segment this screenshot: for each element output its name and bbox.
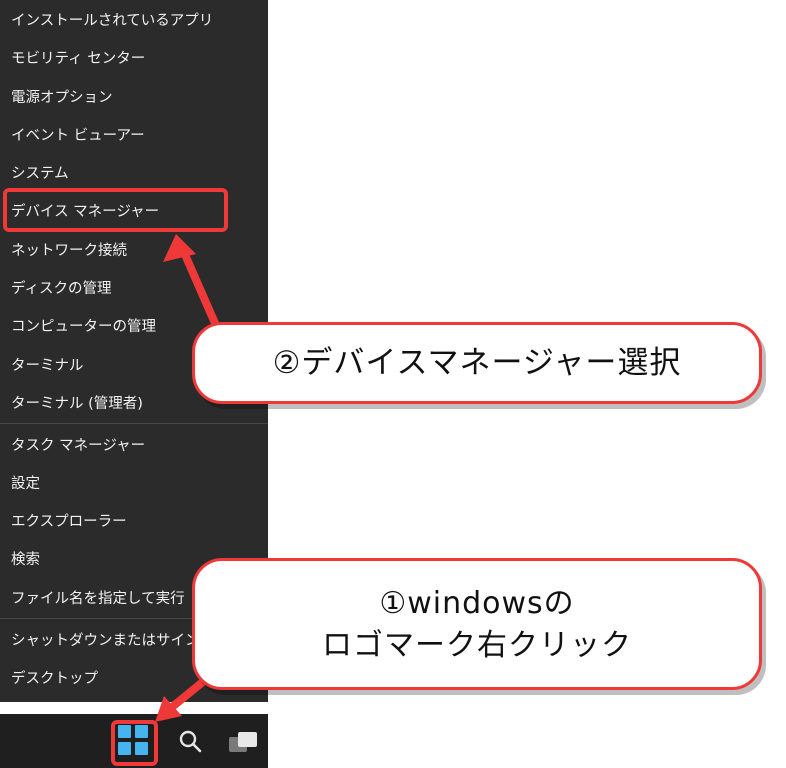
menu-item-explorer[interactable]: エクスプローラー xyxy=(0,501,268,539)
callout-step-1-line2: ロゴマーク右クリック xyxy=(322,628,632,663)
search-icon[interactable] xyxy=(178,729,202,753)
menu-item-disk-management[interactable]: ディスクの管理 xyxy=(0,268,268,306)
menu-item-system[interactable]: システム xyxy=(0,153,268,191)
device-manager-highlight xyxy=(3,188,228,232)
menu-divider xyxy=(0,423,268,424)
menu-item-task-manager[interactable]: タスク マネージャー xyxy=(0,425,268,463)
menu-item-event-viewer[interactable]: イベント ビューアー xyxy=(0,115,268,153)
task-view-icon[interactable] xyxy=(228,730,258,754)
menu-item-installed-apps[interactable]: インストールされているアプリ xyxy=(0,0,268,38)
menu-item-network-connections[interactable]: ネットワーク接続 xyxy=(0,230,268,268)
menu-gap xyxy=(0,702,268,714)
callout-step-1-line1: ①windowsの xyxy=(379,586,575,621)
menu-item-mobility-center[interactable]: モビリティ センター xyxy=(0,38,268,76)
callout-step-2-text: ②デバイスマネージャー選択 xyxy=(272,345,682,381)
menu-item-settings[interactable]: 設定 xyxy=(0,463,268,501)
menu-item-power-options[interactable]: 電源オプション xyxy=(0,77,268,115)
callout-step-2: ②デバイスマネージャー選択 xyxy=(192,322,762,404)
start-button-highlight xyxy=(111,720,158,766)
callout-step-1: ①windowsの ロゴマーク右クリック xyxy=(192,558,762,690)
